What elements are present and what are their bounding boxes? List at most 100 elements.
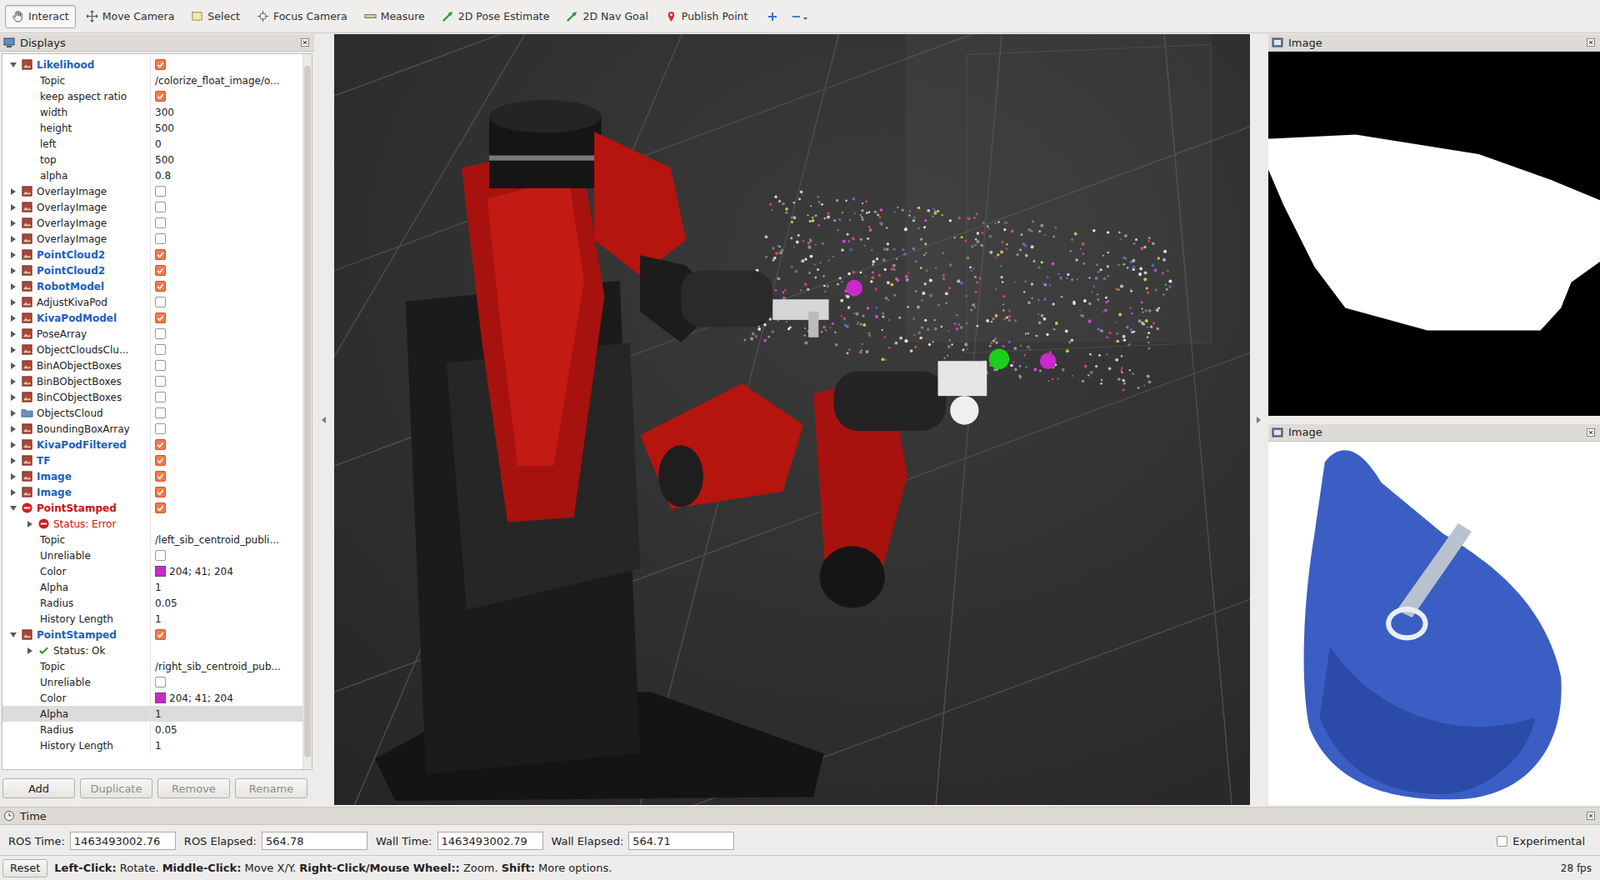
expand-arrow-icon[interactable]: [9, 440, 18, 450]
splitter[interactable]: [314, 34, 335, 805]
display-tree-row[interactable]: OverlayImage: [2, 183, 303, 200]
display-button[interactable]: Remove: [157, 778, 230, 799]
expand-arrow-icon[interactable]: [9, 187, 18, 196]
display-tree-row[interactable]: alpha 0.8: [2, 167, 303, 184]
display-tree-row[interactable]: height 500: [2, 120, 303, 136]
display-tree-row[interactable]: Color 204; 41; 204: [2, 563, 303, 580]
property-value[interactable]: 0: [155, 138, 162, 150]
add-tool-icon[interactable]: [765, 10, 780, 24]
display-tree-row[interactable]: BoundingBoxArray: [2, 420, 303, 437]
display-tree-row[interactable]: History Length 1: [2, 737, 303, 754]
property-value[interactable]: 204; 41; 204: [169, 565, 234, 578]
collapse-arrow-icon[interactable]: [9, 60, 18, 70]
display-tree-row[interactable]: Radius 0.05: [2, 721, 303, 738]
display-tree-row[interactable]: left 0: [2, 135, 303, 152]
checkbox[interactable]: [155, 280, 166, 292]
checkbox[interactable]: [155, 470, 166, 482]
time-field[interactable]: 1463493002.76: [70, 831, 176, 850]
expand-arrow-icon[interactable]: [25, 520, 35, 529]
display-tree-row[interactable]: Radius 0.05: [2, 595, 303, 611]
checkbox[interactable]: [155, 217, 166, 229]
display-tree-row[interactable]: PoseArray: [2, 325, 303, 342]
property-value[interactable]: 0.05: [155, 597, 178, 610]
display-tree-row[interactable]: PointCloud2: [2, 246, 303, 263]
tool-button[interactable]: Measure: [357, 5, 432, 29]
display-tree-row[interactable]: Unreliable: [2, 547, 303, 564]
checkbox[interactable]: [155, 360, 166, 371]
property-value[interactable]: 0.05: [155, 724, 178, 736]
display-tree-row[interactable]: ObjectCloudsClu...: [2, 341, 303, 358]
display-tree-row[interactable]: OverlayImage: [2, 230, 303, 247]
expand-arrow-icon[interactable]: [9, 298, 18, 307]
checkbox[interactable]: [155, 486, 166, 498]
display-tree-row[interactable]: PointStamped: [2, 626, 303, 643]
checkbox[interactable]: [155, 407, 166, 419]
expand-arrow-icon[interactable]: [9, 266, 18, 275]
display-tree-row[interactable]: ObjectsCloud: [2, 405, 303, 421]
scrollbar[interactable]: [302, 54, 312, 770]
close-icon[interactable]: [1586, 38, 1595, 47]
property-value[interactable]: 1: [155, 581, 162, 594]
checkbox[interactable]: [155, 502, 166, 514]
time-field[interactable]: 564.78: [261, 831, 368, 850]
expand-arrow-icon[interactable]: [9, 377, 18, 386]
display-tree-row[interactable]: BinCObjectBoxes: [2, 389, 303, 405]
display-tree-row[interactable]: Alpha 1: [2, 705, 303, 722]
experimental-checkbox[interactable]: [1496, 835, 1508, 847]
property-value[interactable]: /right_sib_centroid_pub...: [155, 660, 281, 673]
tool-button[interactable]: Select: [184, 5, 247, 29]
checkbox[interactable]: [155, 328, 166, 340]
property-value[interactable]: 0.8: [155, 170, 171, 182]
checkbox[interactable]: [155, 423, 166, 435]
close-icon[interactable]: [1586, 811, 1595, 820]
display-tree-row[interactable]: Likelihood: [2, 56, 303, 73]
checkbox[interactable]: [155, 90, 166, 102]
expand-arrow-icon[interactable]: [9, 361, 18, 370]
expand-arrow-icon[interactable]: [9, 472, 18, 481]
expand-arrow-icon[interactable]: [9, 219, 18, 228]
checkbox[interactable]: [155, 676, 166, 688]
property-value[interactable]: /colorize_float_image/o...: [155, 75, 280, 87]
display-tree-row[interactable]: Image: [2, 484, 303, 500]
display-tree-row[interactable]: top 500: [2, 151, 303, 168]
display-tree-row[interactable]: KivaPodModel: [2, 310, 303, 326]
checkbox[interactable]: [155, 455, 166, 466]
display-tree-row[interactable]: OverlayImage: [2, 199, 303, 215]
property-value[interactable]: /left_sib_centroid_publi...: [155, 534, 280, 546]
expand-arrow-icon[interactable]: [9, 203, 18, 212]
display-tree-row[interactable]: Topic /colorize_float_image/o...: [2, 72, 303, 89]
expand-arrow-icon[interactable]: [9, 345, 18, 355]
display-button[interactable]: Duplicate: [80, 778, 153, 799]
property-value[interactable]: 500: [155, 154, 175, 166]
remove-tool-icon[interactable]: [790, 10, 810, 24]
display-tree-row[interactable]: Status: Error: [2, 515, 303, 532]
property-value[interactable]: 500: [155, 122, 175, 135]
display-button[interactable]: Add: [2, 778, 75, 799]
collapse-right-icon[interactable]: [1256, 416, 1262, 424]
collapse-arrow-icon[interactable]: [9, 504, 18, 513]
tool-button[interactable]: Move Camera: [79, 5, 182, 29]
display-tree-row[interactable]: keep aspect ratio: [2, 88, 303, 105]
display-tree-row[interactable]: BinBObjectBoxes: [2, 373, 303, 390]
color-swatch[interactable]: [155, 565, 166, 577]
display-tree-row[interactable]: Topic /right_sib_centroid_pub...: [2, 658, 303, 675]
checkbox[interactable]: [155, 249, 166, 260]
checkbox[interactable]: [155, 375, 166, 387]
checkbox[interactable]: [155, 629, 166, 640]
display-tree-row[interactable]: TF: [2, 452, 303, 469]
checkbox[interactable]: [155, 391, 166, 403]
close-icon[interactable]: [300, 38, 310, 47]
checkbox[interactable]: [155, 550, 166, 561]
display-tree-row[interactable]: Image: [2, 468, 303, 485]
property-value[interactable]: 1: [155, 708, 162, 720]
color-swatch[interactable]: [155, 692, 166, 704]
display-tree-row[interactable]: KivaPodFiltered: [2, 436, 303, 453]
tool-button[interactable]: 2D Nav Goal: [559, 5, 655, 29]
tool-button[interactable]: Interact: [5, 5, 76, 29]
tool-button[interactable]: Publish Point: [658, 5, 755, 29]
expand-arrow-icon[interactable]: [9, 314, 18, 323]
checkbox[interactable]: [155, 59, 166, 70]
display-tree-row[interactable]: History Length 1: [2, 610, 303, 627]
expand-arrow-icon[interactable]: [9, 409, 18, 418]
reset-button[interactable]: Reset: [2, 859, 48, 878]
